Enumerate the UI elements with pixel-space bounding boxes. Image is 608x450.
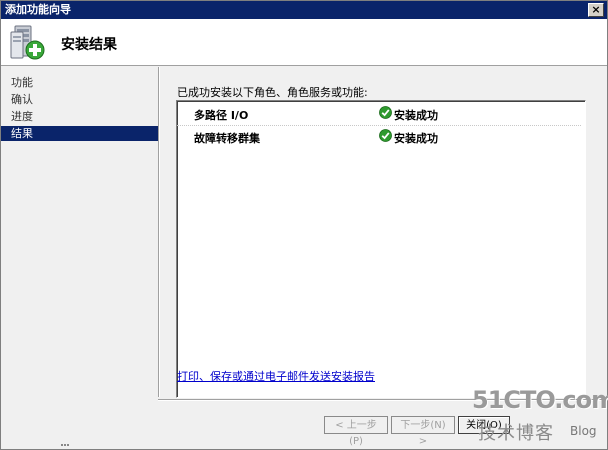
watermark: 51CTO.com 技术博客 Blog (472, 386, 608, 448)
result-status: 安装成功 (394, 132, 438, 145)
result-feature-name: 故障转移群集 (194, 132, 260, 145)
nav-item-features[interactable]: 功能 (1, 75, 158, 90)
page-title: 安装结果 (61, 37, 117, 53)
add-features-icon (10, 25, 45, 60)
success-check-icon (379, 106, 392, 119)
nav-item-results[interactable]: 结果 (1, 126, 158, 141)
result-status: 安装成功 (394, 109, 438, 122)
success-check-icon (379, 129, 392, 142)
installation-report-link[interactable]: 打印、保存或通过电子邮件发送安装报告 (177, 368, 375, 384)
next-button[interactable]: 下一步(N) > (391, 416, 455, 447)
result-row: 故障转移群集 安装成功 (177, 125, 581, 146)
wizard-window: 添加功能向导 × 安装结果 功能 确认 进度 结果 已成功安装以下角色、角色服务… (0, 0, 608, 450)
previous-button[interactable]: < 上一步(P) (324, 416, 388, 447)
wizard-header: 安装结果 (1, 19, 607, 66)
result-feature-name: 多路径 I/O (194, 109, 249, 122)
close-window-button[interactable]: × (588, 3, 604, 17)
watermark-subtitle: 技术博客 (478, 423, 554, 444)
title-bar[interactable]: 添加功能向导 × (1, 1, 607, 19)
window-title: 添加功能向导 (5, 3, 71, 16)
size-grip-icon (61, 444, 69, 446)
watermark-site: 51CTO.com (472, 386, 608, 414)
result-row: 多路径 I/O 安装成功 (177, 103, 581, 123)
results-list[interactable]: 多路径 I/O 安装成功 故障转移群集 安装成功 (176, 100, 586, 398)
results-panel: 已成功安装以下角色、角色服务或功能: 多路径 I/O 安装成功 故障转移群集 安… (160, 67, 607, 398)
watermark-blog: Blog (570, 424, 597, 438)
nav-item-progress[interactable]: 进度 (1, 109, 158, 124)
nav-item-confirm[interactable]: 确认 (1, 92, 158, 107)
results-heading: 已成功安装以下角色、角色服务或功能: (177, 86, 368, 99)
wizard-step-nav: 功能 确认 进度 结果 (1, 67, 158, 447)
